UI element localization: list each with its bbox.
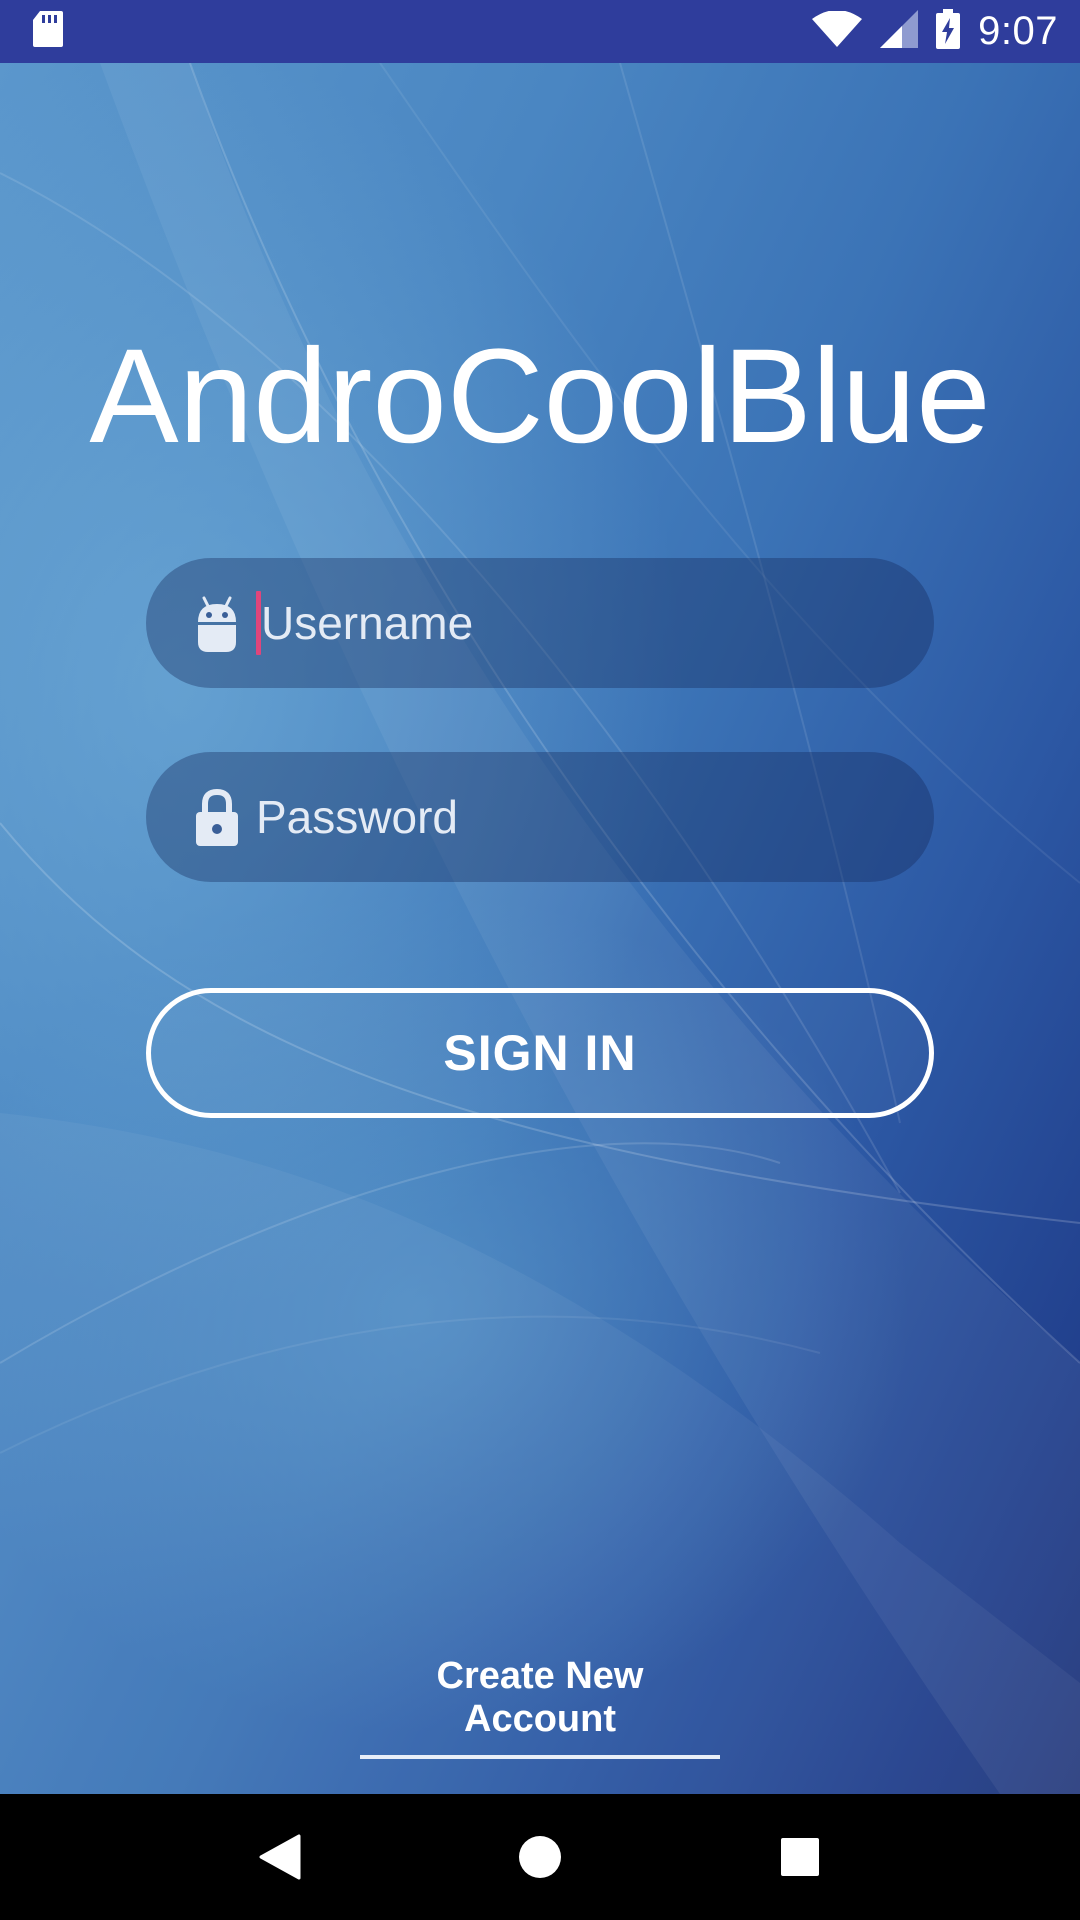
recents-icon[interactable] [770, 1827, 830, 1887]
sign-in-button[interactable]: SIGN IN [146, 988, 934, 1118]
status-bar: 9:07 [0, 0, 1080, 63]
back-icon[interactable] [250, 1827, 310, 1887]
navigation-bar [0, 1794, 1080, 1920]
wifi-icon [812, 10, 863, 52]
home-icon[interactable] [510, 1827, 570, 1887]
username-input[interactable]: Username [256, 558, 894, 688]
create-account-link[interactable]: Create New Account [360, 1655, 720, 1759]
battery-charging-icon [936, 9, 961, 54]
status-time: 9:07 [978, 9, 1058, 53]
lock-icon [192, 788, 242, 848]
password-placeholder: Password [256, 791, 458, 843]
status-left [32, 10, 64, 53]
app-title: AndroCoolBlue [89, 322, 991, 471]
status-right: 9:07 [812, 9, 1058, 54]
signal-icon [880, 10, 919, 53]
username-field[interactable]: Username [146, 558, 934, 688]
password-field[interactable]: Password [146, 752, 934, 882]
sd-card-icon [32, 10, 64, 53]
android-icon [192, 594, 242, 654]
password-input[interactable]: Password [256, 752, 894, 882]
username-placeholder: Username [261, 597, 474, 649]
